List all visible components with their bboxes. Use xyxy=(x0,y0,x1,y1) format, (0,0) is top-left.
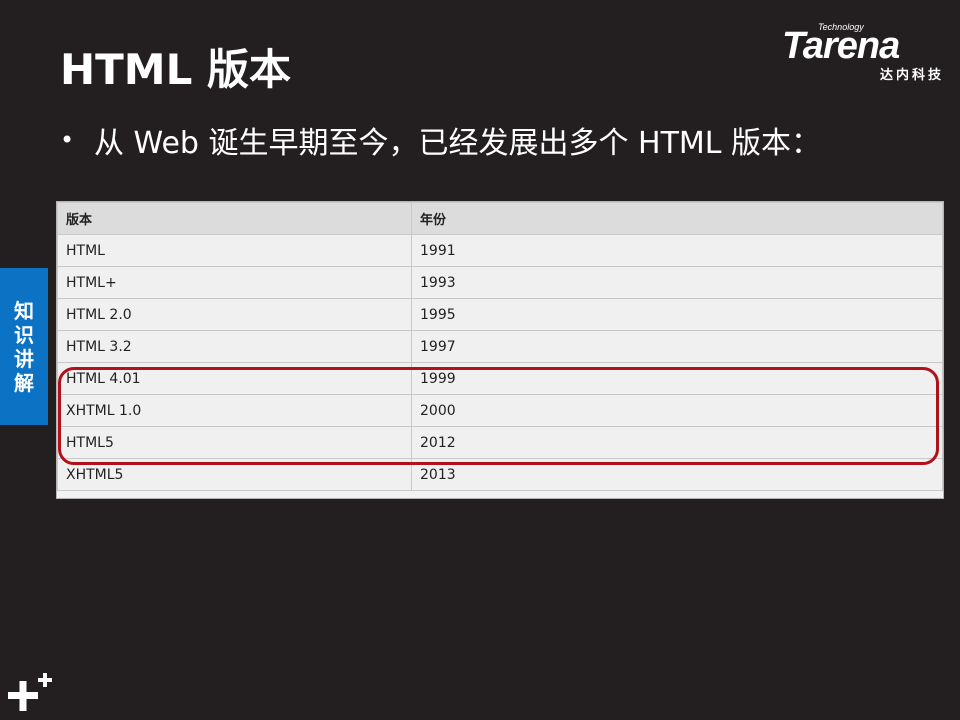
logo-wordmark: Tarena xyxy=(782,25,900,67)
bullet-text: 从 Web 诞生早期至今，已经发展出多个 HTML 版本： xyxy=(94,126,822,161)
bullet-dot-icon: • xyxy=(60,126,75,154)
version-cell: HTML 2.0 xyxy=(57,298,412,331)
table-row: XHTML5 2013 xyxy=(57,458,943,491)
tarena-logo: Technology Tarena 达内科技 xyxy=(782,22,946,84)
table-row: HTML 3.2 1997 xyxy=(57,330,943,363)
table-row: HTML 2.0 1995 xyxy=(57,298,943,331)
side-tab-char: 识 xyxy=(14,322,34,347)
year-cell: 2000 xyxy=(411,394,943,427)
side-tab-char: 解 xyxy=(14,370,34,395)
table-header-row: 版本 年份 xyxy=(57,202,943,235)
version-cell: HTML xyxy=(57,234,412,267)
side-tab-char: 知 xyxy=(14,298,34,323)
table-row: HTML5 2012 xyxy=(57,426,943,459)
year-cell: 1993 xyxy=(411,266,943,299)
year-cell: 1991 xyxy=(411,234,943,267)
version-cell: HTML+ xyxy=(57,266,412,299)
side-tab-knowledge: 知 识 讲 解 xyxy=(0,268,48,425)
bullet-point: • 从 Web 诞生早期至今，已经发展出多个 HTML 版本： xyxy=(60,118,821,162)
table-row: HTML+ 1993 xyxy=(57,266,943,299)
version-cell: XHTML 1.0 xyxy=(57,394,412,427)
version-cell: HTML 4.01 xyxy=(57,362,412,395)
year-cell: 1999 xyxy=(411,362,943,395)
logo-chinese-name: 达内科技 xyxy=(879,68,944,83)
side-tab-char: 讲 xyxy=(14,346,34,371)
version-cell: HTML 3.2 xyxy=(57,330,412,363)
plus-logo-icon xyxy=(8,673,52,711)
year-cell: 1997 xyxy=(411,330,943,363)
year-cell: 2013 xyxy=(411,458,943,491)
slide-title: HTML 版本 xyxy=(60,45,291,94)
year-cell: 2012 xyxy=(411,426,943,459)
table-row: HTML 4.01 1999 xyxy=(57,362,943,395)
version-cell: XHTML5 xyxy=(57,458,412,491)
column-header-year: 年份 xyxy=(411,202,943,235)
version-cell: HTML5 xyxy=(57,426,412,459)
table-row: HTML 1991 xyxy=(57,234,943,267)
html-versions-table: 版本 年份 HTML 1991 HTML+ 1993 HTML 2.0 1995… xyxy=(56,201,944,499)
column-header-version: 版本 xyxy=(57,202,412,235)
table-row: XHTML 1.0 2000 xyxy=(57,394,943,427)
year-cell: 1995 xyxy=(411,298,943,331)
